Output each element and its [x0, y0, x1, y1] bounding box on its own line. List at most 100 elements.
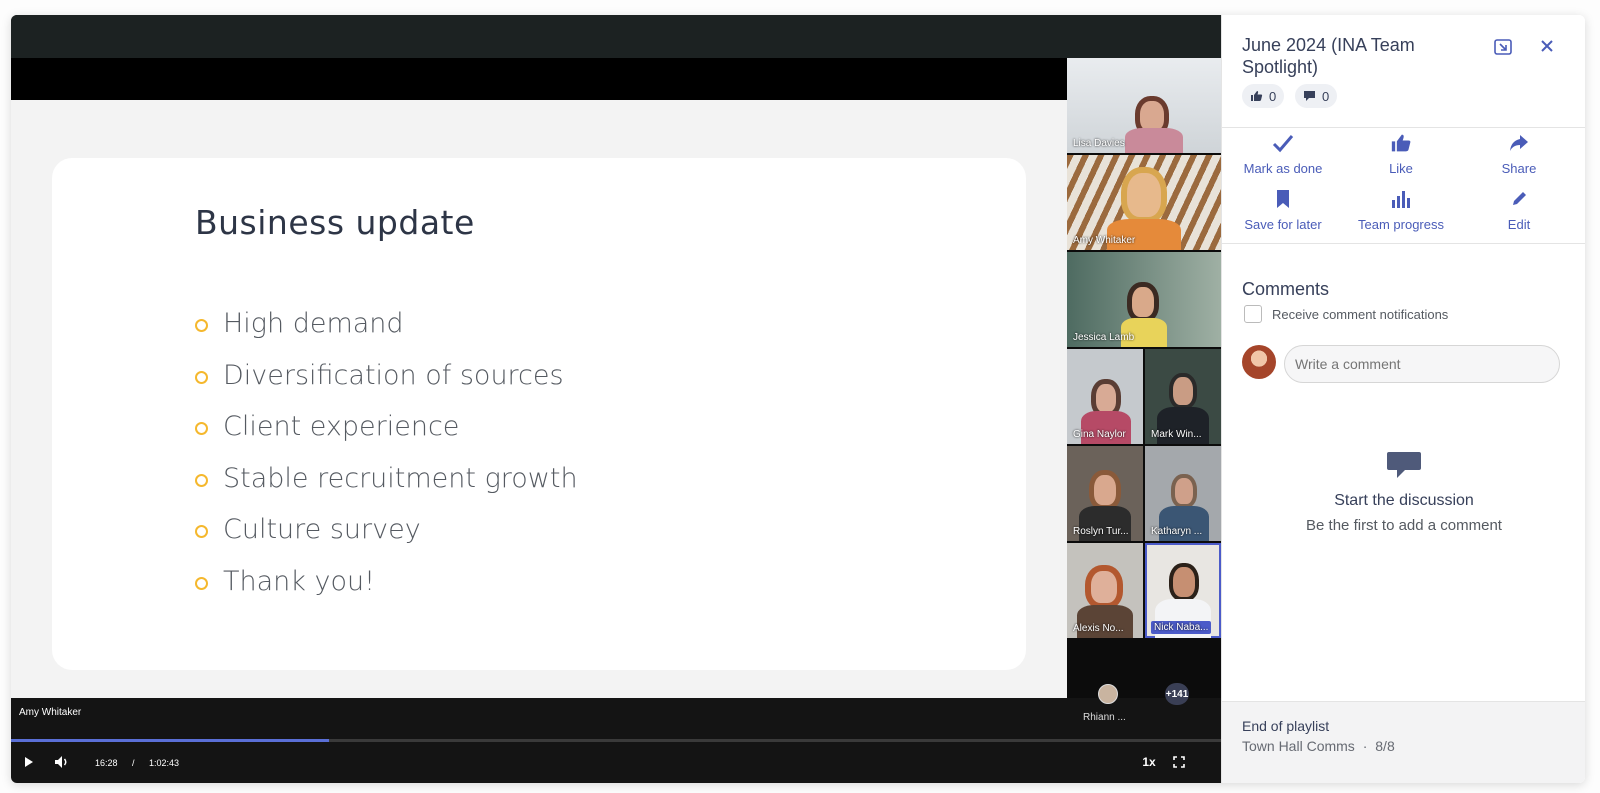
notifications-checkbox[interactable] [1244, 305, 1262, 323]
mark-as-done-button[interactable]: Mark as done [1223, 133, 1343, 176]
more-participants-badge[interactable]: +141 [1165, 683, 1189, 705]
participant-video [1121, 167, 1167, 223]
playlist-footer: End of playlist Town Hall Comms · 8/8 [1222, 701, 1585, 783]
bullet-circle-icon [195, 370, 208, 384]
play-button[interactable] [21, 754, 37, 770]
participant-video [1171, 474, 1197, 508]
bullet-circle-icon [195, 319, 208, 333]
duration: 1:02:43 [149, 758, 180, 768]
volume-icon [55, 756, 67, 768]
current-time: 16:28 [95, 758, 118, 768]
participant-name: Roslyn Tur... [1073, 526, 1129, 537]
comments-heading: Comments [1242, 279, 1330, 299]
likes-count: 0 [1269, 88, 1277, 104]
likes-count-pill: 0 [1242, 84, 1285, 108]
checkmark-icon [1223, 133, 1343, 159]
slide-letterbox [11, 58, 1067, 100]
comment-input[interactable] [1284, 345, 1560, 383]
slide-bullet: Thank you! [195, 556, 578, 608]
participant-video [1085, 565, 1123, 609]
divider [1222, 127, 1585, 128]
share-icon [1459, 133, 1579, 159]
participant-name: Mark Win... [1151, 429, 1202, 440]
fullscreen-button[interactable] [1171, 754, 1187, 770]
participant-name: Amy Whitaker [1073, 235, 1136, 246]
empty-state-title: Start the discussion [1334, 492, 1474, 509]
participant-name: Rhiann ... [1083, 712, 1126, 723]
pencil-icon [1459, 189, 1579, 215]
playback-speed-button[interactable]: 1x [1139, 752, 1159, 772]
bullet-circle-icon [195, 473, 208, 487]
bullet-circle-icon [195, 576, 208, 590]
thumbs-up-icon [1341, 133, 1461, 159]
team-progress-button[interactable]: Team progress [1341, 189, 1461, 232]
participant-name: Alexis No... [1073, 623, 1124, 634]
panel-title: June 2024 (INA Team Spotlight) [1242, 35, 1415, 77]
minimize-icon [1494, 39, 1512, 55]
separator-dot: · [1362, 738, 1368, 754]
avatar [1242, 345, 1276, 379]
video-modal: Business update High demand Diversificat… [11, 15, 1585, 783]
notifications-label[interactable]: Receive comment notifications [1272, 307, 1448, 322]
participant-tile-active-speaker: Nick Naba... [1145, 543, 1221, 638]
participant-tile: Amy Whitaker [1067, 155, 1221, 250]
participant-tile: Alexis No... [1067, 543, 1143, 638]
share-button[interactable]: Share [1459, 133, 1579, 176]
slide-bullet: High demand [195, 298, 578, 350]
divider [1222, 243, 1585, 244]
participant-tile: Lisa Davies [1067, 58, 1221, 153]
participant-tile: Jessica Lamb [1067, 252, 1221, 347]
slide-title: Business update [195, 203, 475, 242]
participant-video [1169, 563, 1199, 601]
bookmark-icon [1223, 189, 1343, 215]
video-player[interactable]: Business update High demand Diversificat… [11, 15, 1221, 783]
participant-name: Jessica Lamb [1073, 332, 1135, 343]
playlist-info: Town Hall Comms · 8/8 [1242, 738, 1395, 754]
video-controls: 16:28 / 1:02:43 1x [11, 742, 1221, 783]
comments-count: 0 [1322, 88, 1330, 104]
slide-bullet: Client experience [195, 401, 578, 453]
participant-video [1127, 282, 1159, 322]
comments-count-pill: 0 [1295, 84, 1338, 108]
fullscreen-icon [1173, 756, 1185, 768]
participant-tile: Katharyn ... [1145, 446, 1221, 541]
empty-state-subtitle: Be the first to add a comment [1306, 517, 1502, 534]
shared-slide: Business update High demand Diversificat… [11, 100, 1067, 698]
active-speaker-label: Amy Whitaker [19, 707, 82, 718]
playlist-position: 8/8 [1375, 738, 1395, 754]
slide-bullet: Stable recruitment growth [195, 453, 578, 505]
participant-gallery: Lisa Davies Amy Whitaker Jessica Lamb Gi… [1067, 58, 1221, 698]
participant-tile: Mark Win... [1145, 349, 1221, 444]
participant-video [1169, 373, 1197, 409]
save-for-later-button[interactable]: Save for later [1223, 189, 1343, 232]
volume-button[interactable] [53, 754, 71, 770]
comment-icon [1304, 91, 1315, 101]
minimize-button[interactable] [1494, 39, 1512, 60]
close-icon [1541, 40, 1553, 52]
slide-bullet: Culture survey [195, 504, 578, 556]
participant-tile: Gina Naylor [1067, 349, 1143, 444]
play-icon [25, 757, 33, 767]
participant-name: Lisa Davies [1073, 138, 1125, 149]
bullet-circle-icon [195, 525, 208, 539]
participant-name: Katharyn ... [1151, 526, 1203, 537]
participant-name: Nick Naba... [1151, 621, 1212, 634]
playlist-name[interactable]: Town Hall Comms [1242, 738, 1355, 754]
participant-video [1089, 470, 1121, 510]
slide-bullet-list: High demand Diversification of sources C… [195, 298, 578, 607]
slide-bullet: Diversification of sources [195, 350, 578, 402]
bullet-circle-icon [195, 422, 208, 436]
bar-chart-icon [1341, 189, 1461, 215]
speech-bubble-icon [1387, 452, 1421, 478]
like-button[interactable]: Like [1341, 133, 1461, 176]
participant-video [1125, 128, 1183, 153]
details-panel: June 2024 (INA Team Spotlight) 0 0 Mark … [1221, 15, 1585, 783]
video-top-bar [11, 15, 1221, 58]
participant-avatar [1098, 684, 1118, 704]
close-button[interactable] [1540, 39, 1554, 58]
time-separator: / [132, 758, 135, 768]
playlist-status: End of playlist [1242, 718, 1330, 734]
participant-name: Gina Naylor [1073, 429, 1126, 440]
slide-card: Business update High demand Diversificat… [52, 158, 1026, 670]
edit-button[interactable]: Edit [1459, 189, 1579, 232]
